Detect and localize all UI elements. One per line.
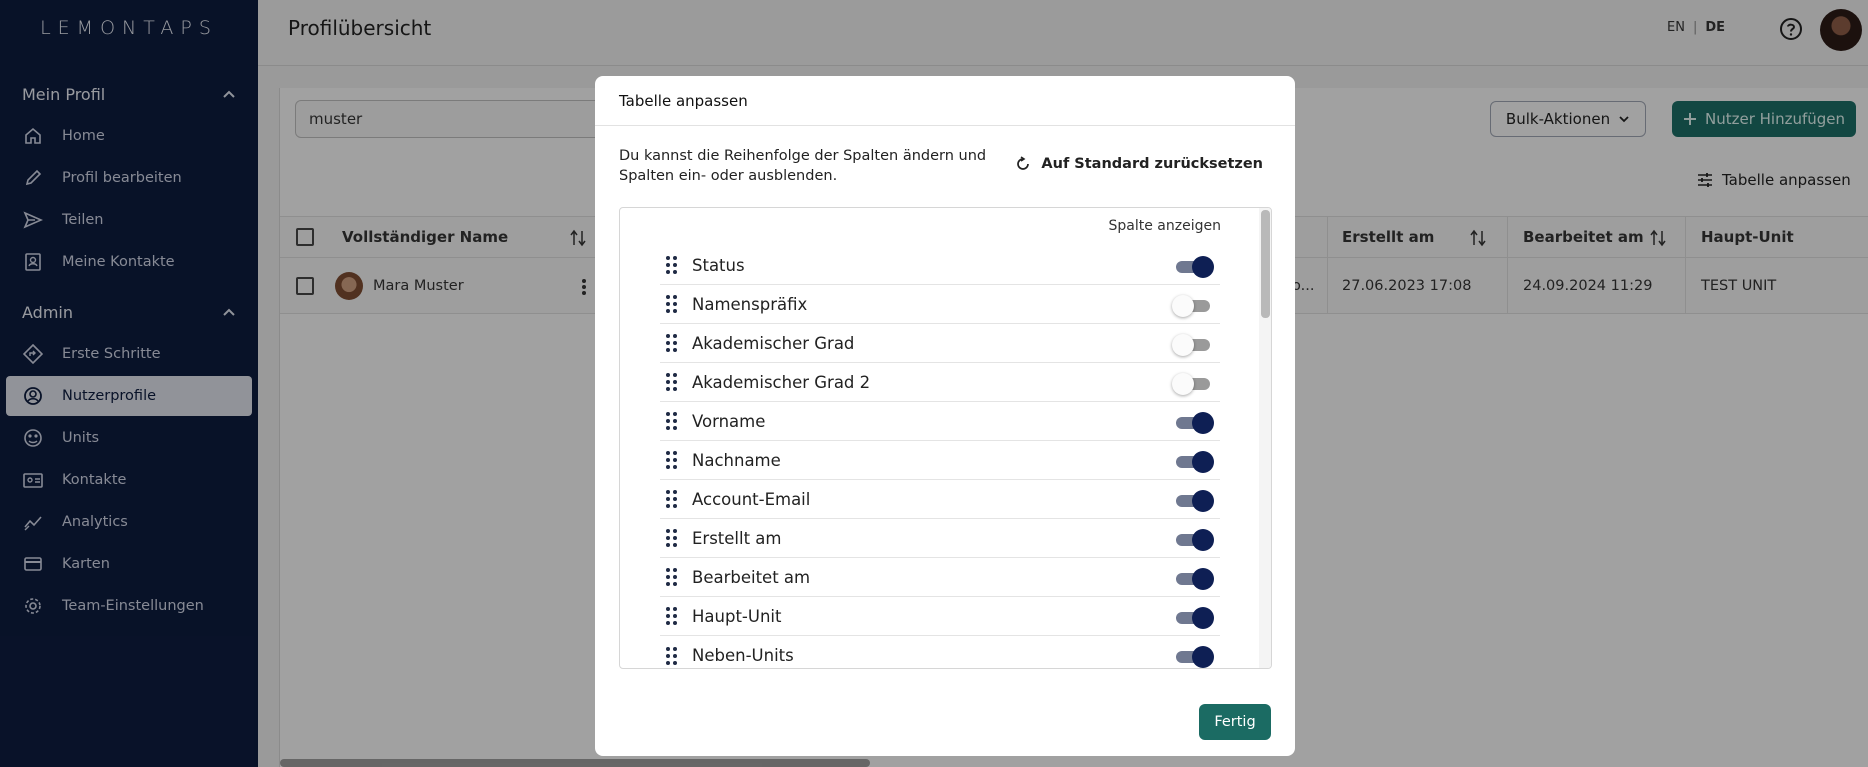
drag-handle-icon[interactable] [666, 373, 678, 391]
column-label: Erstellt am [692, 528, 782, 548]
column-row[interactable]: Akademischer Grad 2 [660, 363, 1220, 402]
column-label: Status [692, 255, 745, 275]
column-row[interactable]: Account-Email [660, 480, 1220, 519]
show-column-header: Spalte anzeigen [1108, 218, 1221, 234]
column-label: Namenspräfix [692, 294, 808, 314]
column-visibility-toggle[interactable] [1174, 490, 1214, 512]
column-label: Vorname [692, 411, 766, 431]
column-visibility-toggle[interactable] [1174, 529, 1214, 551]
dialog-title: Tabelle anpassen [595, 76, 1295, 126]
drag-handle-icon[interactable] [666, 451, 678, 469]
column-visibility-toggle[interactable] [1174, 412, 1214, 434]
column-row[interactable]: Bearbeitet am [660, 558, 1220, 597]
drag-handle-icon[interactable] [666, 256, 678, 274]
column-label: Account-Email [692, 489, 811, 509]
column-visibility-toggle[interactable] [1174, 451, 1214, 473]
column-row[interactable]: Neben-Units [660, 636, 1220, 668]
column-visibility-toggle[interactable] [1172, 334, 1212, 356]
column-visibility-toggle[interactable] [1174, 568, 1214, 590]
column-visibility-toggle[interactable] [1174, 646, 1214, 668]
column-visibility-toggle[interactable] [1172, 295, 1212, 317]
column-label: Akademischer Grad 2 [692, 372, 871, 392]
column-rows: Status Namenspräfix Akademischer Grad Akade… [660, 246, 1220, 668]
column-row[interactable]: Haupt-Unit [660, 597, 1220, 636]
column-visibility-toggle[interactable] [1172, 373, 1212, 395]
column-label: Akademischer Grad [692, 333, 855, 353]
column-row[interactable]: Namenspräfix [660, 285, 1220, 324]
column-label: Haupt-Unit [692, 606, 782, 626]
column-row[interactable]: Status [660, 246, 1220, 285]
column-visibility-toggle[interactable] [1174, 607, 1214, 629]
drag-handle-icon[interactable] [666, 412, 678, 430]
column-label: Bearbeitet am [692, 567, 811, 587]
reset-default-button[interactable]: Auf Standard zurücksetzen [1015, 156, 1263, 172]
drag-handle-icon[interactable] [666, 295, 678, 313]
vertical-scrollbar[interactable] [1259, 208, 1271, 668]
drag-handle-icon[interactable] [666, 334, 678, 352]
drag-handle-icon[interactable] [666, 529, 678, 547]
column-label: Neben-Units [692, 646, 794, 665]
column-row[interactable]: Vorname [660, 402, 1220, 441]
column-list: Spalte anzeigen Status Namenspräfix Akadem… [619, 207, 1272, 669]
column-row[interactable]: Akademischer Grad [660, 324, 1220, 363]
customize-table-dialog: Tabelle anpassen Du kannst die Reihenfol… [595, 76, 1295, 756]
drag-handle-icon[interactable] [666, 646, 678, 665]
drag-handle-icon[interactable] [666, 568, 678, 586]
drag-handle-icon[interactable] [666, 607, 678, 625]
drag-handle-icon[interactable] [666, 490, 678, 508]
scrollbar-thumb[interactable] [1261, 210, 1270, 318]
column-row[interactable]: Nachname [660, 441, 1220, 480]
refresh-icon [1017, 156, 1030, 170]
column-visibility-toggle[interactable] [1174, 256, 1214, 278]
column-label: Nachname [692, 450, 781, 470]
dialog-description: Du kannst die Reihenfolge der Spalten än… [619, 148, 987, 184]
done-button[interactable]: Fertig [1199, 704, 1271, 740]
reset-default-label: Auf Standard zurücksetzen [1041, 156, 1263, 172]
column-row[interactable]: Erstellt am [660, 519, 1220, 558]
